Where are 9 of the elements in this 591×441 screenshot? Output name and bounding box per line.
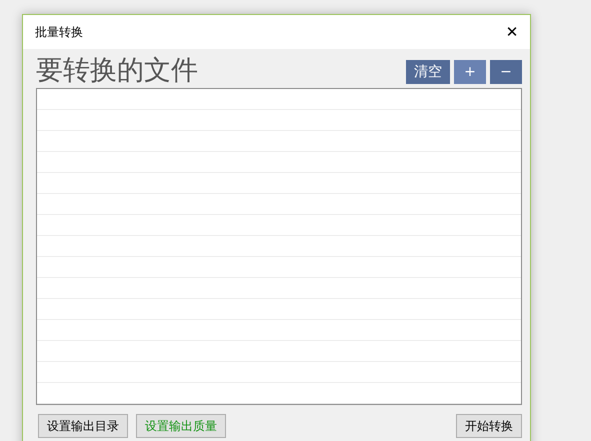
close-button[interactable]: ✕ <box>494 15 530 49</box>
section-heading: 要转换的文件 <box>36 57 198 84</box>
footer-button[interactable]: 设置输出质量 <box>136 414 226 438</box>
window-title: 批量转换 <box>35 24 83 41</box>
toolbar-button[interactable]: 清空 <box>406 60 450 84</box>
footer-button[interactable]: 开始转换 <box>456 414 522 438</box>
toolbar-button[interactable]: − <box>490 60 522 84</box>
footer-button[interactable]: 设置输出目录 <box>38 414 128 438</box>
toolbar-button[interactable]: + <box>454 60 486 84</box>
